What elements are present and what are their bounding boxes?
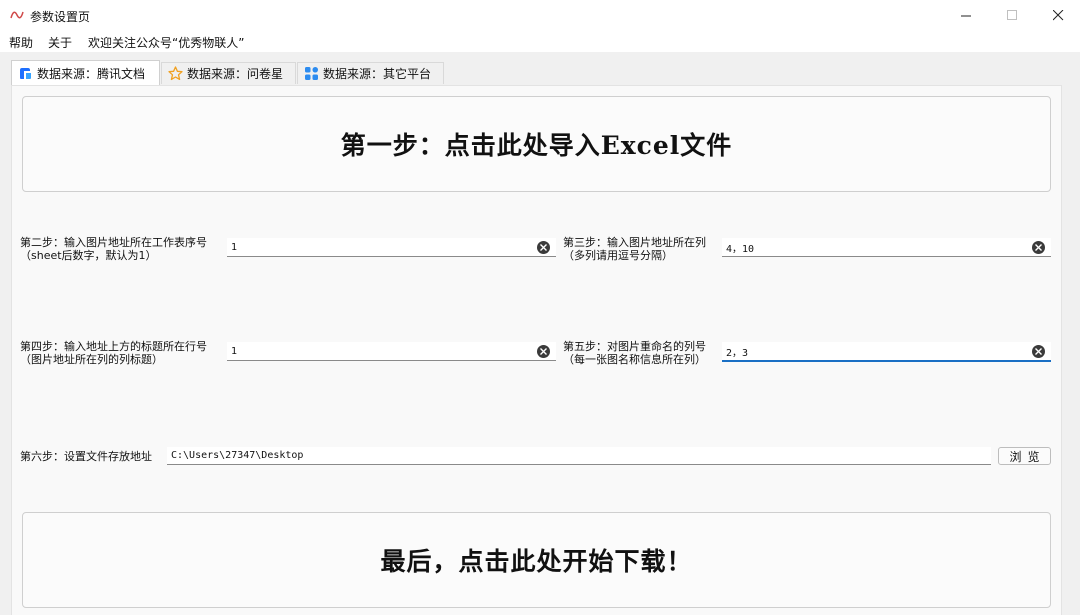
maximize-icon [1006, 10, 1017, 20]
menu-follow-notice[interactable]: 欢迎关注公众号“优秀物联人” [88, 34, 244, 51]
close-button[interactable] [1035, 0, 1080, 31]
step6-label: 第六步：设置文件存放地址 [20, 450, 152, 463]
grid-icon [304, 66, 319, 81]
title-row-input[interactable]: 1 [227, 342, 556, 361]
clear-icon[interactable] [537, 241, 550, 254]
tab-label: 数据来源：腾讯文档 [37, 66, 146, 81]
rename-column-input[interactable]: 2，3 [722, 342, 1051, 362]
save-path-input[interactable]: C:\Users\27347\Desktop [167, 447, 991, 465]
tab-label: 数据来源：其它平台 [323, 67, 432, 81]
maximize-button[interactable] [989, 0, 1035, 31]
menu-about[interactable]: 关于 [48, 34, 72, 51]
star-icon [168, 66, 183, 81]
step3-label: 第三步：输入图片地址所在列 （多列请用逗号分隔） [563, 236, 706, 262]
menu-help[interactable]: 帮助 [9, 34, 33, 51]
tab-strip: 数据来源：腾讯文档 数据来源：问卷星 数据来源：其它平台 [0, 52, 1080, 86]
import-excel-button[interactable]: 第一步：点击此处导入Excel文件 [22, 96, 1051, 192]
step5-label: 第五步：对图片重命名的列号 （每一张图名称信息所在列） [563, 340, 706, 366]
close-icon [1052, 10, 1063, 21]
minimize-button[interactable] [943, 0, 989, 31]
tab-wenjuanxing[interactable]: 数据来源：问卷星 [161, 62, 296, 84]
tab-other-platforms[interactable]: 数据来源：其它平台 [297, 62, 444, 84]
step2-label: 第二步：输入图片地址所在工作表序号 （sheet后数字，默认为1） [20, 236, 207, 262]
tab-tencent-docs[interactable]: 数据来源：腾讯文档 [11, 60, 160, 85]
app-icon [10, 11, 24, 19]
sheet-index-input[interactable]: 1 [227, 238, 556, 257]
clear-icon[interactable] [1032, 345, 1045, 358]
minimize-icon [960, 15, 971, 17]
start-download-button[interactable]: 最后，点击此处开始下载！ [22, 512, 1051, 608]
tencent-docs-icon [18, 66, 33, 81]
tab-label: 数据来源：问卷星 [187, 67, 284, 81]
clear-icon[interactable] [537, 345, 550, 358]
browse-button[interactable]: 浏览 [998, 447, 1051, 465]
menu-bar: 帮助 关于 欢迎关注公众号“优秀物联人” [0, 31, 1080, 52]
image-column-input[interactable]: 4，10 [722, 238, 1051, 257]
step4-label: 第四步：输入地址上方的标题所在行号 （图片地址所在列的列标题） [20, 340, 207, 366]
title-bar: 参数设置页 [0, 0, 1080, 31]
window-title: 参数设置页 [30, 10, 91, 24]
clear-icon[interactable] [1032, 241, 1045, 254]
